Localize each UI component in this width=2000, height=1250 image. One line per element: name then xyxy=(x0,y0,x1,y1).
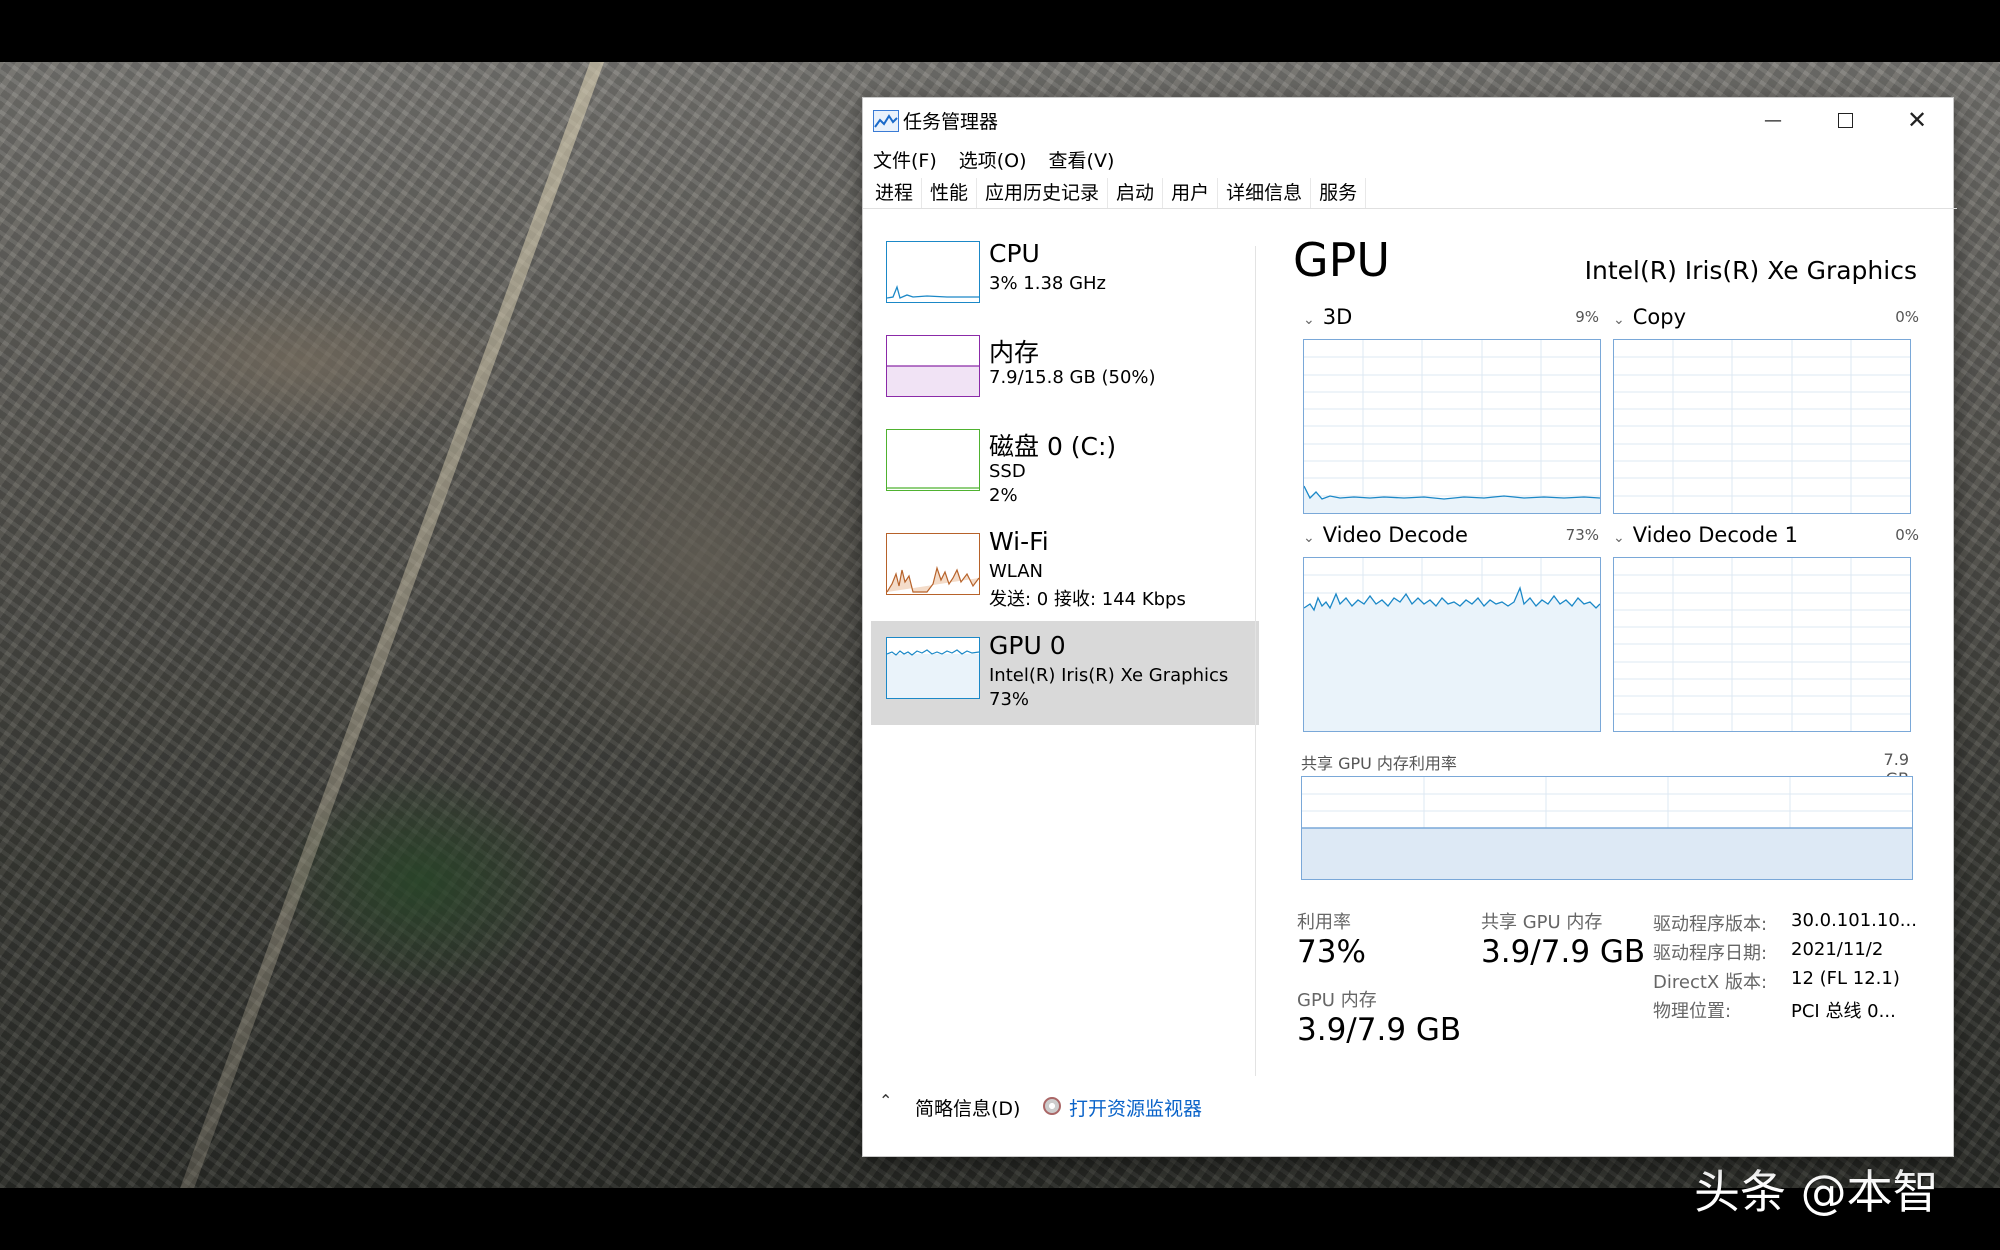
driver-version-value: 30.0.101.10... xyxy=(1791,910,1917,931)
maximize-icon xyxy=(1837,112,1853,128)
task-manager-window: 任务管理器 — ✕ 文件(F) 选项(O) 查看(V) 进程 性能 应用历史记录… xyxy=(862,97,1957,1157)
tab-services[interactable]: 服务 xyxy=(1311,178,1367,208)
panel-divider xyxy=(1255,246,1256,1076)
sidebar-cpu-name: CPU xyxy=(989,239,1040,268)
shared-memory-graph xyxy=(1301,776,1913,880)
gpu-thumbnail-graph xyxy=(886,637,980,699)
utilization-label: 利用率 xyxy=(1297,912,1351,933)
watermark: 头条 @本智 xyxy=(1694,1165,1939,1219)
gpu-memory-label: GPU 内存 xyxy=(1297,990,1377,1011)
menu-file[interactable]: 文件(F) xyxy=(873,146,937,173)
sidebar-item-cpu[interactable]: CPU 3% 1.38 GHz xyxy=(871,229,1259,329)
close-button[interactable]: ✕ xyxy=(1881,98,1953,142)
sidebar-cpu-detail: 3% 1.38 GHz xyxy=(989,273,1107,294)
sidebar-item-memory[interactable]: 内存 7.9/15.8 GB (50%) xyxy=(871,323,1259,423)
gpu-model-name: Intel(R) Iris(R) Xe Graphics xyxy=(1584,256,1917,285)
engine-video-decode-1-label: Video Decode 1 xyxy=(1632,523,1799,547)
tab-details[interactable]: 详细信息 xyxy=(1218,178,1312,208)
cpu-thumbnail-graph xyxy=(886,241,980,303)
driver-version-label: 驱动程序版本: xyxy=(1653,914,1768,935)
engine-3d-label: 3D xyxy=(1322,305,1353,329)
title-bar[interactable]: 任务管理器 — ✕ xyxy=(863,98,1953,142)
engine-selector-video-decode-1[interactable]: ⌄ Video Decode 1 xyxy=(1613,523,1798,547)
sidebar-gpu-name: GPU 0 xyxy=(989,631,1066,660)
resource-monitor-icon xyxy=(1043,1097,1061,1115)
sidebar-wifi-adapter: WLAN xyxy=(989,561,1044,582)
sidebar-memory-detail: 7.9/15.8 GB (50%) xyxy=(989,367,1156,388)
engine-selector-3d[interactable]: ⌄ 3D xyxy=(1303,305,1352,329)
engine-graph-video-decode-1 xyxy=(1613,557,1911,732)
disk-thumbnail-graph xyxy=(886,429,980,491)
minimize-icon: — xyxy=(1764,109,1782,131)
engine-video-decode-percent: 73% xyxy=(1565,526,1599,544)
engine-graph-3d xyxy=(1303,339,1601,514)
engine-copy-label: Copy xyxy=(1632,305,1687,329)
engine-selector-copy[interactable]: ⌄ Copy xyxy=(1613,305,1686,329)
sidebar-gpu-usage: 73% xyxy=(989,689,1030,710)
utilization-value: 73% xyxy=(1297,934,1366,970)
chevron-down-icon: ⌄ xyxy=(1613,530,1625,546)
driver-date-value: 2021/11/2 xyxy=(1791,939,1884,960)
sidebar-item-disk[interactable]: 磁盘 0 (C:) SSD 2% xyxy=(871,417,1259,517)
sidebar-disk-usage: 2% xyxy=(989,485,1018,506)
chevron-up-icon[interactable]: ⌃ xyxy=(879,1091,892,1110)
chevron-down-icon: ⌄ xyxy=(1613,312,1625,328)
close-icon: ✕ xyxy=(1906,106,1928,134)
directx-version-value: 12 (FL 12.1) xyxy=(1791,968,1900,989)
tab-strip: 进程 性能 应用历史记录 启动 用户 详细信息 服务 xyxy=(863,178,1957,209)
tab-startup[interactable]: 启动 xyxy=(1108,178,1164,208)
memory-thumbnail-graph xyxy=(886,335,980,397)
tab-processes[interactable]: 进程 xyxy=(867,178,923,208)
engine-copy-percent: 0% xyxy=(1895,308,1919,326)
sidebar-wifi-name: Wi-Fi xyxy=(989,527,1049,556)
maximize-button[interactable] xyxy=(1809,98,1881,142)
engine-graph-copy xyxy=(1613,339,1911,514)
wifi-thumbnail-graph xyxy=(886,533,980,595)
task-manager-icon xyxy=(873,110,899,132)
sidebar-wifi-throughput: 发送: 0 接收: 144 Kbps xyxy=(989,589,1186,610)
sidebar-memory-name: 内存 xyxy=(989,338,1040,367)
physical-location-value: PCI 总线 0... xyxy=(1791,1001,1896,1022)
engine-3d-percent: 9% xyxy=(1575,308,1599,326)
open-resource-monitor-link[interactable]: 打开资源监视器 xyxy=(1069,1094,1202,1121)
window-title: 任务管理器 xyxy=(903,111,999,133)
shared-gpu-memory-value: 3.9/7.9 GB xyxy=(1481,934,1646,970)
menu-view[interactable]: 查看(V) xyxy=(1049,146,1115,173)
letterbox-top xyxy=(0,0,2000,62)
engine-video-decode-1-percent: 0% xyxy=(1895,526,1919,544)
directx-version-label: DirectX 版本: xyxy=(1653,972,1768,993)
minimize-button[interactable]: — xyxy=(1737,98,1809,142)
shared-memory-graph-label: 共享 GPU 内存利用率 xyxy=(1301,754,1457,773)
physical-location-label: 物理位置: xyxy=(1653,1001,1732,1022)
sidebar-disk-type: SSD xyxy=(989,461,1026,482)
shared-gpu-memory-label: 共享 GPU 内存 xyxy=(1481,912,1603,933)
sidebar-item-wifi[interactable]: Wi-Fi WLAN 发送: 0 接收: 144 Kbps xyxy=(871,521,1259,621)
tab-app-history[interactable]: 应用历史记录 xyxy=(977,178,1109,208)
gpu-heading: GPU xyxy=(1293,233,1391,287)
footer-bar: ⌃ 简略信息(D) 打开资源监视器 xyxy=(863,1086,1953,1126)
chevron-down-icon: ⌄ xyxy=(1303,312,1315,328)
sidebar-gpu-model: Intel(R) Iris(R) Xe Graphics xyxy=(989,665,1229,686)
menu-options[interactable]: 选项(O) xyxy=(959,146,1027,173)
engine-video-decode-label: Video Decode xyxy=(1322,523,1468,547)
gpu-memory-value: 3.9/7.9 GB xyxy=(1297,1012,1462,1048)
menu-bar: 文件(F) 选项(O) 查看(V) xyxy=(873,142,1114,176)
driver-date-label: 驱动程序日期: xyxy=(1653,943,1768,964)
tab-performance[interactable]: 性能 xyxy=(922,178,978,208)
engine-selector-video-decode[interactable]: ⌄ Video Decode xyxy=(1303,523,1468,547)
engine-graph-video-decode xyxy=(1303,557,1601,732)
resource-sidebar: CPU 3% 1.38 GHz 内存 7.9/15.8 GB (50%) 磁盘 … xyxy=(867,229,1259,839)
tab-users[interactable]: 用户 xyxy=(1163,178,1219,208)
sidebar-disk-name: 磁盘 0 (C:) xyxy=(989,432,1117,461)
chevron-down-icon: ⌄ xyxy=(1303,530,1315,546)
fewer-details-button[interactable]: 简略信息(D) xyxy=(915,1094,1020,1121)
sidebar-item-gpu[interactable]: GPU 0 Intel(R) Iris(R) Xe Graphics 73% xyxy=(871,621,1259,725)
